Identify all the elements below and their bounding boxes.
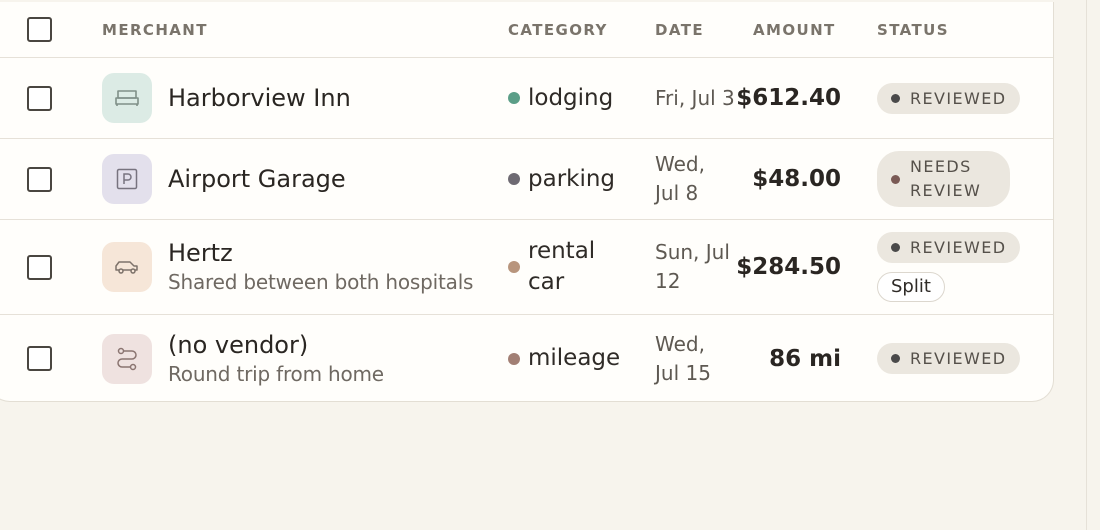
category-tag: rental car: [508, 220, 608, 314]
amount-text: $284.50: [736, 254, 841, 280]
category-tag: parking: [508, 139, 615, 219]
date-text: Fri, Jul 3: [655, 85, 735, 110]
table-row[interactable]: (no vendor) Round trip from home mileage…: [0, 315, 1053, 401]
status-badge: REVIEWED: [877, 232, 1021, 263]
category-dot: [508, 352, 520, 365]
route-icon: [102, 333, 152, 384]
merchant-note: Shared between both hospitals: [168, 270, 474, 294]
category-dot: [508, 92, 520, 104]
merchant-note: Round trip from home: [168, 361, 384, 386]
amount-text: $612.40: [736, 85, 841, 111]
parking-icon: [102, 154, 152, 204]
merchant-name: Hertz: [168, 239, 233, 267]
split-badge: Split: [877, 272, 945, 302]
merchant-name: Harborview Inn: [168, 84, 351, 112]
table-row[interactable]: Airport Garage parking Wed, Jul 8 $48.00…: [0, 139, 1053, 220]
status-badge: REVIEWED: [877, 82, 1021, 114]
category-tag: lodging: [508, 58, 613, 138]
date-text: Wed, Jul 8: [655, 152, 705, 205]
row-checkbox[interactable]: [27, 58, 53, 138]
column-header-date[interactable]: DATE: [655, 2, 704, 57]
category-tag: mileage: [508, 315, 620, 401]
column-header-merchant[interactable]: MERCHANT: [102, 2, 208, 57]
table-header: MERCHANT CATEGORY DATE AMOUNT STATUS: [0, 2, 1053, 58]
date-text: Sun, Jul 12: [655, 240, 730, 293]
bed-icon: [102, 73, 152, 123]
date-text: Wed, Jul 15: [655, 331, 711, 385]
category-dot: [508, 261, 520, 273]
car-icon: [102, 242, 152, 292]
table-row[interactable]: Harborview Inn lodging Fri, Jul 3 $612.4…: [0, 58, 1053, 139]
row-checkbox[interactable]: [27, 315, 53, 401]
column-header-category[interactable]: CATEGORY: [508, 2, 608, 57]
category-dot: [508, 173, 520, 185]
merchant-name: (no vendor): [168, 330, 309, 359]
transactions-table: MERCHANT CATEGORY DATE AMOUNT STATUS Har…: [0, 2, 1054, 402]
column-header-status[interactable]: STATUS: [877, 2, 949, 57]
status-badge: REVIEWED: [877, 343, 1021, 374]
amount-text: $48.00: [752, 166, 841, 192]
amount-text: 86 mi: [769, 345, 841, 372]
select-all-checkbox[interactable]: [27, 2, 53, 57]
column-header-amount[interactable]: AMOUNT: [753, 2, 836, 57]
table-row[interactable]: Hertz Shared between both hospitals rent…: [0, 220, 1053, 315]
row-checkbox[interactable]: [27, 220, 53, 314]
row-checkbox[interactable]: [27, 139, 53, 219]
status-badge: NEEDS REVIEW: [877, 151, 1010, 207]
merchant-name: Airport Garage: [168, 165, 346, 193]
side-panel-edge: [1086, 0, 1100, 530]
